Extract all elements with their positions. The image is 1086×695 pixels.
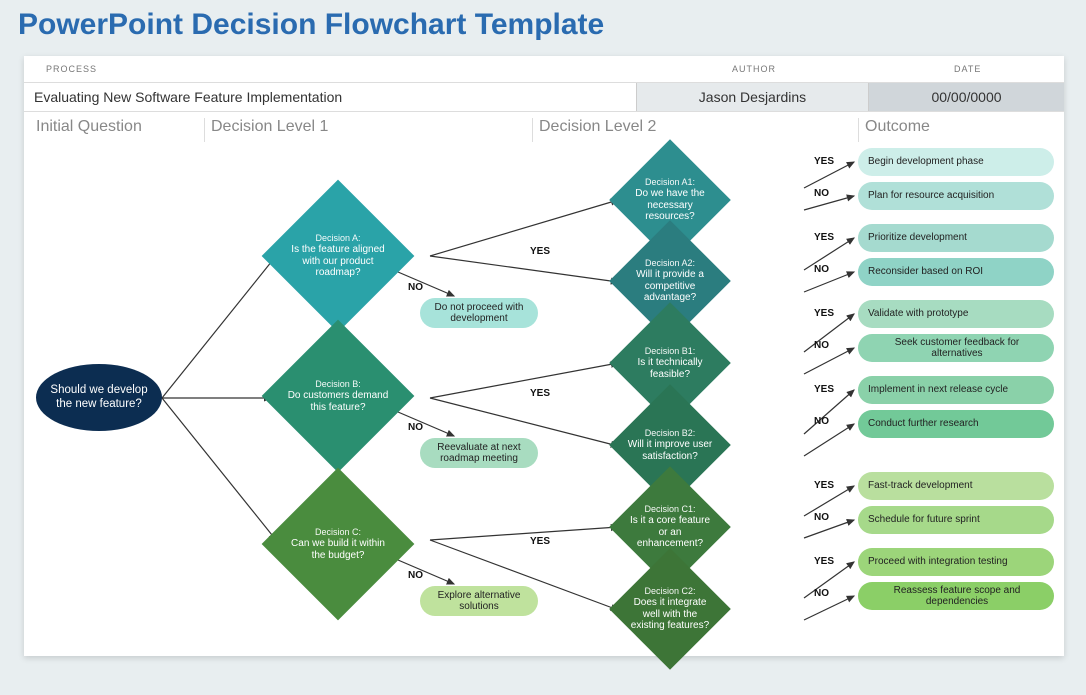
start-node: Should we develop the new feature? <box>36 364 162 431</box>
column-headers: Initial Question Decision Level 1 Decisi… <box>24 118 1064 142</box>
outcome-c2-no: Reassess feature scope and dependencies <box>858 582 1054 610</box>
header-row: Evaluating New Software Feature Implemen… <box>24 82 1064 112</box>
decision-a: Decision A:Is the feature aligned with o… <box>262 180 415 333</box>
yes-label: YES <box>814 556 834 567</box>
no-outcome-b: Reevaluate at next roadmap meeting <box>420 438 538 468</box>
outcome-c1-no: Schedule for future sprint <box>858 506 1054 534</box>
no-outcome-c: Explore alternative solutions <box>420 586 538 616</box>
decision-c: Decision C:Can we build it within the bu… <box>262 468 415 621</box>
outcome-b1-no: Seek customer feedback for alternatives <box>858 334 1054 362</box>
date-label: DATE <box>954 64 981 74</box>
yes-label: YES <box>814 384 834 395</box>
outcome-a1-yes: Begin development phase <box>858 148 1054 176</box>
process-field[interactable]: Evaluating New Software Feature Implemen… <box>24 83 636 111</box>
yes-label: YES <box>814 308 834 319</box>
outcome-b1-yes: Validate with prototype <box>858 300 1054 328</box>
outcome-a1-no: Plan for resource acquisition <box>858 182 1054 210</box>
col-outcome: Outcome <box>858 118 1064 142</box>
page-title: PowerPoint Decision Flowchart Template <box>0 0 1086 50</box>
no-outcome-a: Do not proceed with development <box>420 298 538 328</box>
flowchart-card: PROCESS AUTHOR DATE Evaluating New Softw… <box>24 56 1064 656</box>
no-label: NO <box>814 340 829 351</box>
yes-label: YES <box>814 156 834 167</box>
no-label: NO <box>814 188 829 199</box>
outcome-c2-yes: Proceed with integration testing <box>858 548 1054 576</box>
no-label: NO <box>814 588 829 599</box>
outcome-b2-no: Conduct further research <box>858 410 1054 438</box>
no-label: NO <box>408 422 423 433</box>
header-labels: PROCESS AUTHOR DATE <box>24 56 1064 82</box>
yes-label: YES <box>530 388 550 399</box>
col-level1: Decision Level 1 <box>204 118 532 142</box>
decision-c2: Decision C2:Does it integrate well with … <box>609 548 731 670</box>
yes-label: YES <box>814 480 834 491</box>
no-label: NO <box>408 570 423 581</box>
yes-label: YES <box>530 536 550 547</box>
no-label: NO <box>814 264 829 275</box>
date-field[interactable]: 00/00/0000 <box>868 83 1064 111</box>
flowchart-canvas: Should we develop the new feature? Decis… <box>24 142 1064 652</box>
no-label: NO <box>814 416 829 427</box>
outcome-a2-yes: Prioritize development <box>858 224 1054 252</box>
decision-b: Decision B:Do customers demand this feat… <box>262 320 415 473</box>
process-label: PROCESS <box>46 64 97 74</box>
outcome-a2-no: Reconsider based on ROI <box>858 258 1054 286</box>
yes-label: YES <box>530 246 550 257</box>
no-label: NO <box>408 282 423 293</box>
author-label: AUTHOR <box>732 64 776 74</box>
outcome-c1-yes: Fast-track development <box>858 472 1054 500</box>
no-label: NO <box>814 512 829 523</box>
col-initial: Initial Question <box>36 118 204 142</box>
outcome-b2-yes: Implement in next release cycle <box>858 376 1054 404</box>
author-field[interactable]: Jason Desjardins <box>636 83 868 111</box>
col-level2: Decision Level 2 <box>532 118 858 142</box>
yes-label: YES <box>814 232 834 243</box>
